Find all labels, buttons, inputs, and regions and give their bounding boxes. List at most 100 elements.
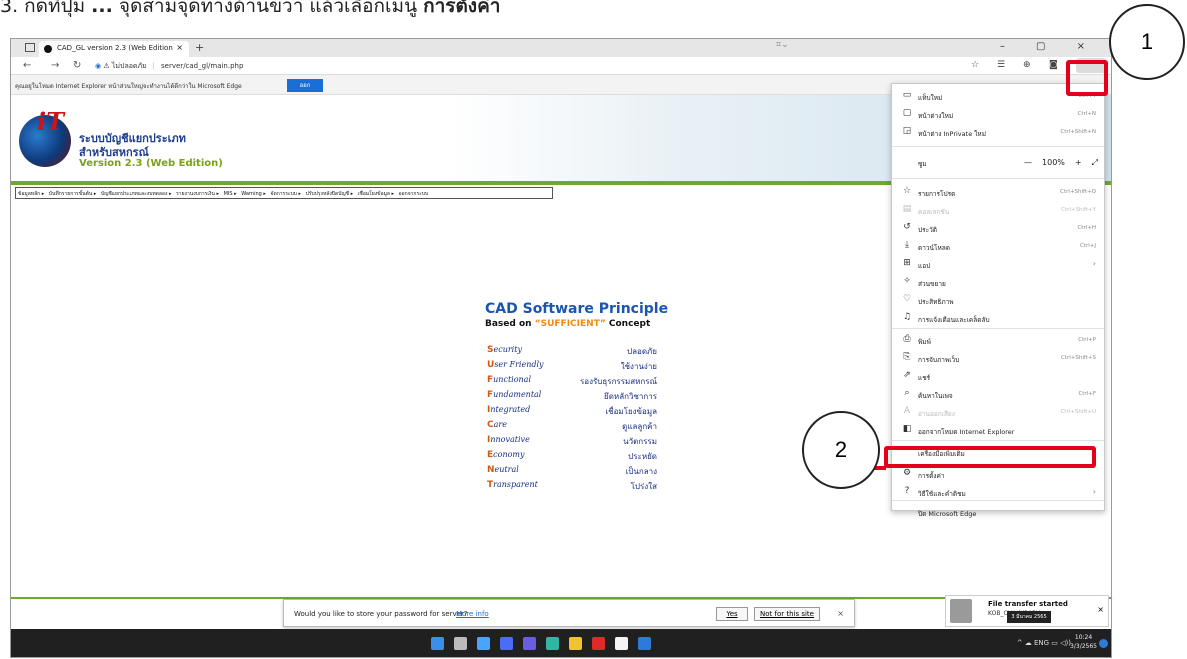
menu-item-label: ประวัติ <box>918 226 937 234</box>
refresh-icon[interactable]: ↻ <box>73 60 81 71</box>
back-icon[interactable]: ← <box>23 60 31 71</box>
file-explorer-icon[interactable] <box>569 637 582 650</box>
zoom-minus[interactable]: — <box>1024 158 1032 167</box>
menu-item-label: ประสิทธิภาพ <box>918 298 954 306</box>
menu-item-icon: A <box>903 406 911 416</box>
menu-item-shortcut: Ctrl+J <box>1079 243 1096 249</box>
infobar-exit-button[interactable]: ออก <box>287 79 323 92</box>
system-tray[interactable]: ^ ☁ ENG ▭ ◁)) <box>1017 639 1071 647</box>
task-view-icon[interactable] <box>477 637 490 650</box>
widgets-icon[interactable] <box>500 637 513 650</box>
menubar-item[interactable]: ข้อมูลหลัก ▸ <box>18 191 44 197</box>
menu-item[interactable]: ☆ รายการโปรด Ctrl+Shift+O <box>892 184 1104 202</box>
notification-icon[interactable] <box>1099 639 1108 648</box>
browser-tab[interactable]: CAD_GL version 2.3 (Web Edition × <box>39 41 189 57</box>
tab-title: CAD_GL version 2.3 (Web Edition <box>57 44 173 52</box>
menubar-item[interactable]: รายงานงบการเงิน ▸ <box>176 191 219 197</box>
principle-word: ecurity <box>493 345 522 354</box>
menu-item-icon: ⇗ <box>903 370 911 380</box>
menu-item-icon: ⚙ <box>902 468 912 478</box>
menu-item-icon: ✧ <box>903 276 911 286</box>
url-separator: | <box>152 62 155 70</box>
menu-item[interactable]: ♫ การแจ้งเตือนและเคล็ดลับ <box>892 310 1104 328</box>
principle-thai: ประหยัด <box>628 452 657 461</box>
menu-item[interactable]: ↺ ประวัติ Ctrl+H <box>892 220 1104 238</box>
zoom-plus[interactable]: + <box>1075 158 1082 167</box>
tab-close-icon[interactable]: × <box>176 43 183 52</box>
chat-icon[interactable] <box>523 637 536 650</box>
menu-item-icon: ♡ <box>902 294 912 304</box>
window-controls[interactable]: – ▢ × <box>1000 41 1099 52</box>
menubar-item[interactable]: บันทึกรายการขั้นต้น ▸ <box>49 191 96 197</box>
menu-item[interactable]: ◧ ออกจากโหมด Internet Explorer <box>892 422 1104 440</box>
principle-word: conomy <box>493 450 525 459</box>
menu-item-shortcut: Ctrl+Shift+O <box>1060 189 1096 195</box>
menu-item[interactable]: ♡ ประสิทธิภาพ <box>892 292 1104 310</box>
taskbar-clock[interactable]: 10:24 3/3/2565 <box>1070 633 1097 651</box>
instruction-caption: 3. กดที่ปุ่ม ... จุดสามจุดทางด้านขวา แล้… <box>0 0 820 34</box>
menubar-item[interactable]: Warning ▸ <box>241 191 266 197</box>
menu-item[interactable]: ⎙ พิมพ์ Ctrl+P <box>892 332 1104 350</box>
tab-actions-icon[interactable] <box>25 43 35 52</box>
menu-item-icon: ◧ <box>902 424 912 434</box>
menubar-item[interactable]: ออกจากระบบ <box>399 191 429 197</box>
menu-item-label: การตั้งค่า <box>918 472 945 480</box>
caption-middle: จุดสามจุดทางด้านขวา แล้วเลือกเมนู <box>112 0 424 17</box>
read-aloud-icon[interactable]: ☆ <box>971 60 979 70</box>
url-field[interactable]: ◉ ⚠ ไม่ปลอดภัย | server/cad_gl/main.php <box>95 61 243 72</box>
principle-thai: ดูแลลูกค้า <box>622 422 657 431</box>
notepad-icon[interactable] <box>615 637 628 650</box>
menu-item[interactable]: ⊞ แอป › <box>892 256 1104 274</box>
menu-item[interactable]: ⌕ ค้นหาในเพจ Ctrl+F <box>892 386 1104 404</box>
collections-icon[interactable]: ⊕ <box>1023 60 1031 70</box>
zoom-controls: — 100% + ⤢ <box>1024 158 1098 168</box>
menubar-item[interactable]: ปรับปรุงหลังปิดบัญชี ▸ <box>306 191 353 197</box>
yes-button[interactable]: Yes <box>716 607 748 621</box>
menu-separator <box>892 146 1104 147</box>
search-icon[interactable] <box>454 637 467 650</box>
new-tab-button[interactable]: + <box>195 41 204 54</box>
profile-icon[interactable]: ◙ <box>1049 60 1058 70</box>
principle-term: User Friendly <box>487 360 544 370</box>
menu-item-label: วิธีใช้และคำติชม <box>918 490 966 498</box>
menu-item[interactable]: ⚙ การตั้งค่า <box>892 466 1104 484</box>
menu-item-label: ออกจากโหมด Internet Explorer <box>918 428 1015 436</box>
menubar-item[interactable]: จัดการระบบ ▸ <box>271 191 302 197</box>
menu-item-icon: ☆ <box>902 186 912 196</box>
menu-item[interactable]: ปิด Microsoft Edge <box>892 504 1104 522</box>
menu-item-shortcut: Ctrl+Shift+Y <box>1061 207 1096 213</box>
menu-item-shortcut: Ctrl+P <box>1078 337 1096 343</box>
teamviewer-icon[interactable] <box>638 637 651 650</box>
menubar-item[interactable]: เชื่อมโยงข้อมูล ▸ <box>358 191 394 197</box>
menubar-item[interactable]: MIS ▸ <box>224 191 237 197</box>
principle-word: ser Friendly <box>494 360 544 369</box>
caption-dots: ... <box>91 0 113 17</box>
menu-item[interactable]: ⤓ ดาวน์โหลด Ctrl+J <box>892 238 1104 256</box>
menu-item: ▤ คอลเลกชัน Ctrl+Shift+Y <box>892 202 1104 220</box>
more-info-link[interactable]: More info <box>456 610 489 618</box>
principle-thai: โปร่งใส <box>630 482 657 491</box>
close-icon[interactable]: × <box>837 609 844 618</box>
menu-item-shortcut: Ctrl+Shift+S <box>1061 355 1096 361</box>
menu-item[interactable]: ⎘ การจับภาพเว็บ Ctrl+Shift+S <box>892 350 1104 368</box>
menu-item-label: ส่วนขยาย <box>918 280 946 288</box>
date-tooltip: 3 มีนาคม 2565 <box>1007 611 1051 623</box>
menu-item[interactable]: ✧ ส่วนขยาย <box>892 274 1104 292</box>
menu-item[interactable]: ⇗ แชร์ <box>892 368 1104 386</box>
caption-menu: การตั้งค่า <box>423 0 501 17</box>
edge-icon[interactable] <box>546 637 559 650</box>
infobar-message: คุณอยู่ในโหมด Internet Explorer หน้าส่วน… <box>15 83 242 90</box>
not-for-this-site-button[interactable]: Not for this site <box>754 607 820 621</box>
menubar-item[interactable]: บัญชีแยกประเภทและงบทดลอง ▸ <box>101 191 172 197</box>
menu-item[interactable]: ▢ หน้าต่างใหม่ Ctrl+N <box>892 106 1104 124</box>
highlight-settings-item <box>884 446 1096 468</box>
menu-item[interactable]: ◲ หน้าต่าง InPrivate ใหม่ Ctrl+Shift+N <box>892 124 1104 142</box>
zoom-fullscreen[interactable]: ⤢ <box>1092 158 1098 167</box>
favorites-icon[interactable]: ☰ <box>997 60 1005 70</box>
menu-item[interactable]: ซูม — 100% + ⤢ <box>892 154 1104 172</box>
toast-close-icon[interactable]: × <box>1097 605 1104 614</box>
start-icon[interactable] <box>431 637 444 650</box>
forward-icon[interactable]: → <box>51 60 59 71</box>
office-icon[interactable] <box>592 637 605 650</box>
tab-layout-icon[interactable]: ⌗⌄ <box>776 40 789 50</box>
